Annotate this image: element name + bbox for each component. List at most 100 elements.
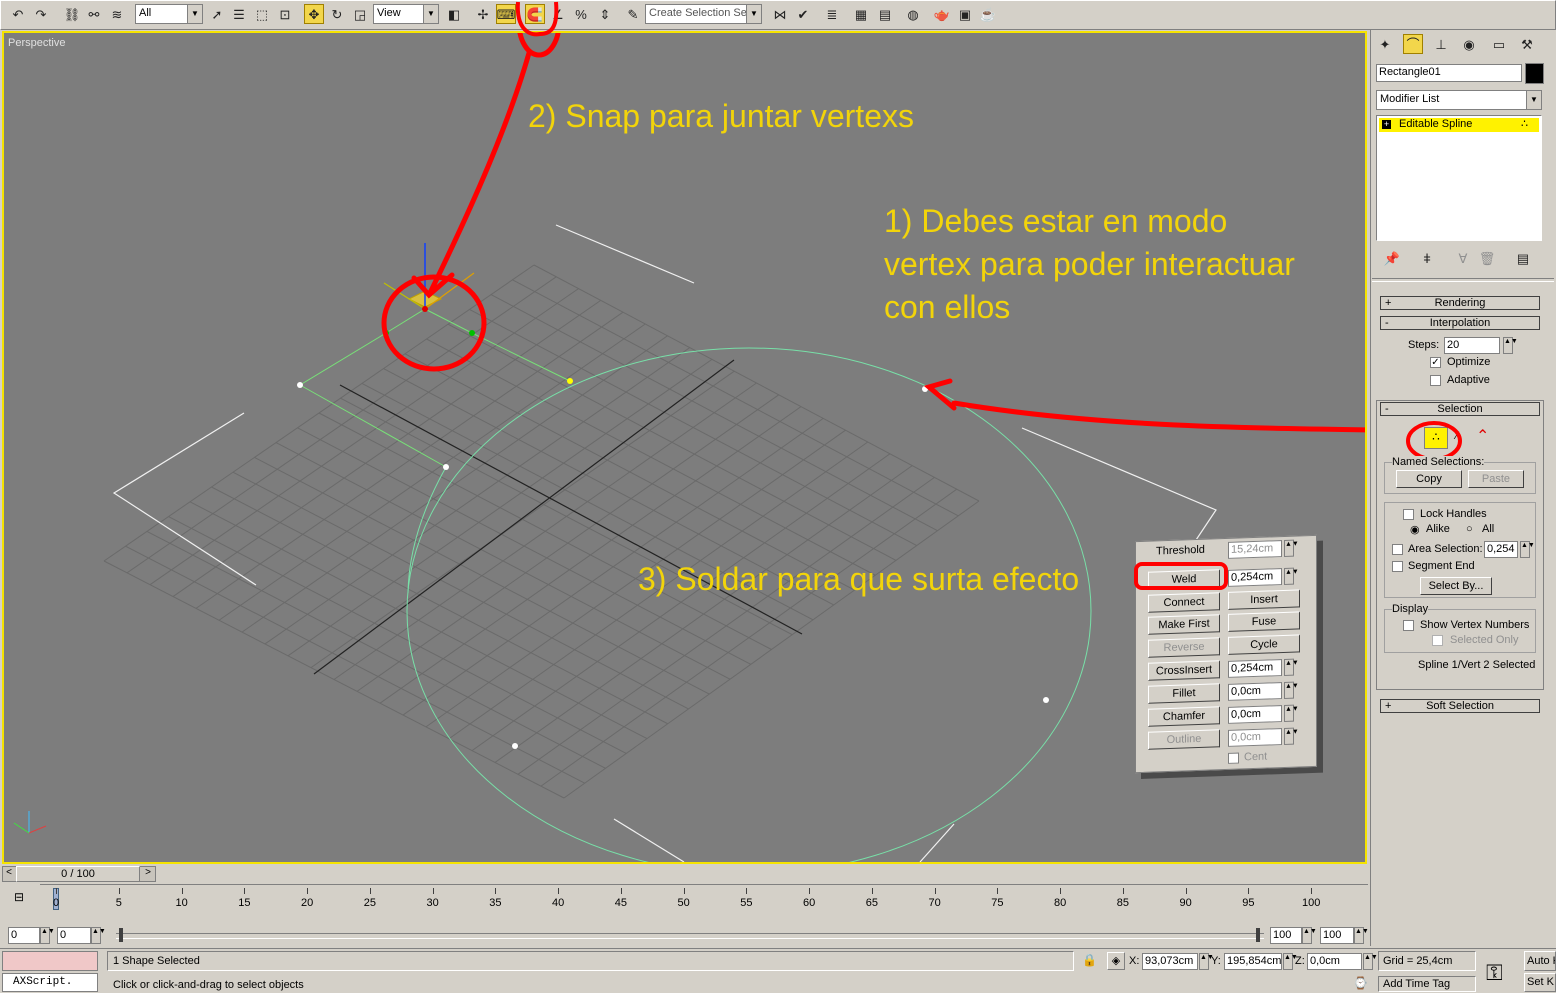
crossinsert-button[interactable]: CrossInsert (1148, 660, 1220, 681)
selection-lock-icon[interactable]: 🔒 (1082, 953, 1097, 967)
y-coordinate-field[interactable]: 195,854cm (1224, 953, 1282, 970)
selection-filter-dropdown[interactable]: All ▼ (135, 4, 203, 24)
maxscript-listener-pink[interactable] (2, 951, 98, 971)
select-and-scale-icon[interactable]: ◲ (350, 4, 370, 24)
z-coordinate-spinner[interactable]: ▲▼ (1363, 953, 1378, 970)
chamfer-button[interactable]: Chamfer (1148, 706, 1220, 727)
start-frame-spinner-b[interactable]: ▲▼ (91, 927, 106, 944)
modify-tab-icon[interactable]: ⌒ (1403, 34, 1423, 54)
object-color-swatch[interactable] (1525, 63, 1544, 84)
chamfer-field[interactable]: 0,0cm (1228, 705, 1282, 724)
steps-field[interactable]: 20 (1444, 337, 1500, 354)
outline-spinner[interactable]: ▲▼ (1284, 727, 1299, 745)
maxscript-listener[interactable]: AXScript. (2, 973, 98, 992)
display-tab-icon[interactable]: ▭ (1489, 34, 1509, 54)
center-checkbox[interactable] (1228, 752, 1239, 764)
unlink-selection-icon[interactable]: ⚯ (84, 4, 104, 24)
add-time-tag[interactable]: Add Time Tag (1378, 976, 1476, 992)
end-frame-field-a[interactable]: 100 (1270, 927, 1302, 944)
threshold-field[interactable]: 15,24cm (1228, 540, 1282, 559)
outline-button[interactable]: Outline (1148, 729, 1220, 750)
manipulate-icon[interactable]: ✢ (473, 4, 493, 24)
time-slider-prev-button[interactable]: < (2, 866, 16, 882)
time-slider-next-button[interactable]: > (141, 866, 155, 882)
start-frame-spinner-a[interactable]: ▲▼ (40, 927, 55, 944)
absolute-mode-transform-icon[interactable]: ◈ (1107, 952, 1125, 970)
end-frame-spinner-b[interactable]: ▲▼ (1354, 927, 1369, 944)
material-editor-icon[interactable]: ◍ (903, 4, 923, 24)
hierarchy-tab-icon[interactable]: ⊥ (1431, 34, 1451, 54)
pin-stack-icon[interactable]: 📌 (1382, 248, 1402, 268)
expand-icon[interactable]: + (1382, 120, 1391, 129)
bind-to-space-warp-icon[interactable]: ≋ (107, 4, 127, 24)
quick-render-icon[interactable]: ▣ (955, 4, 975, 24)
object-name-field[interactable]: Rectangle01 (1376, 64, 1522, 82)
range-slider[interactable] (116, 933, 1264, 939)
render-last-icon[interactable]: ☕ (978, 4, 998, 24)
select-object-icon[interactable]: ➚ (207, 4, 227, 24)
modifier-stack-item[interactable]: + Editable Spline ∴ (1379, 118, 1539, 132)
start-frame-field-a[interactable]: 0 (8, 927, 40, 944)
outline-field[interactable]: 0,0cm (1228, 728, 1282, 747)
steps-spinner[interactable]: ▲▼ (1503, 337, 1518, 354)
select-by-name-icon[interactable]: ☰ (229, 4, 249, 24)
schematic-view-icon[interactable]: ▤ (875, 4, 895, 24)
undo-icon[interactable]: ↶ (8, 4, 28, 24)
interpolation-rollout-header[interactable]: - Interpolation (1380, 316, 1540, 330)
start-frame-field-b[interactable]: 0 (57, 927, 91, 944)
render-scene-icon[interactable]: 🫖 (932, 4, 952, 24)
select-and-move-icon[interactable]: ✥ (304, 4, 324, 24)
fuse-button[interactable]: Fuse (1228, 611, 1300, 632)
layer-manager-icon[interactable]: ≣ (822, 4, 842, 24)
z-coordinate-field[interactable]: 0,0cm (1307, 953, 1362, 970)
fillet-spinner[interactable]: ▲▼ (1284, 681, 1299, 699)
make-first-button[interactable]: Make First (1148, 614, 1220, 635)
percent-snap-icon[interactable]: % (571, 4, 591, 24)
adaptive-checkbox[interactable] (1430, 375, 1441, 386)
make-unique-icon[interactable]: ∀ (1453, 248, 1473, 268)
auto-key-button[interactable]: Auto K (1524, 951, 1556, 971)
chamfer-spinner[interactable]: ▲▼ (1284, 704, 1299, 722)
crossinsert-spinner[interactable]: ▲▼ (1284, 658, 1299, 676)
utilities-tab-icon[interactable]: ⚒ (1517, 34, 1537, 54)
range-slider-left-handle[interactable] (119, 928, 123, 942)
align-icon[interactable]: ✔ (793, 4, 813, 24)
fillet-field[interactable]: 0,0cm (1228, 682, 1282, 701)
open-mini-curve-editor-icon[interactable]: ⊟ (14, 890, 24, 904)
time-slider-thumb[interactable]: 0 / 100 (16, 866, 140, 882)
reverse-button[interactable]: Reverse (1148, 637, 1220, 658)
optimize-checkbox[interactable]: ✓ (1430, 357, 1441, 368)
rendering-rollout-header[interactable]: + Rendering (1380, 296, 1540, 310)
range-slider-right-handle[interactable] (1256, 928, 1260, 942)
remove-modifier-icon[interactable]: 🗑 (1477, 248, 1497, 268)
end-frame-spinner-a[interactable]: ▲▼ (1302, 927, 1317, 944)
motion-tab-icon[interactable]: ◉ (1459, 34, 1479, 54)
time-tag-icon[interactable]: ⌚ (1353, 976, 1368, 990)
x-coordinate-field[interactable]: 93,073cm (1142, 953, 1198, 970)
reference-coordinate-dropdown[interactable]: View ▼ (373, 4, 439, 24)
rectangular-selection-icon[interactable]: ⬚ (252, 4, 272, 24)
x-coordinate-spinner[interactable]: ▲▼ (1199, 953, 1214, 970)
named-selection-set-dropdown[interactable]: Create Selection Set ▼ (645, 4, 762, 24)
redo-icon[interactable]: ↷ (31, 4, 51, 24)
end-frame-field-b[interactable]: 100 (1320, 927, 1354, 944)
configure-modifier-sets-icon[interactable]: ▤ (1513, 248, 1533, 268)
select-and-rotate-icon[interactable]: ↻ (327, 4, 347, 24)
modifier-list-dropdown[interactable]: Modifier List ▼ (1376, 90, 1542, 110)
pivot-center-icon[interactable]: ◧ (444, 4, 464, 24)
fillet-button[interactable]: Fillet (1148, 683, 1220, 704)
set-key-button[interactable]: Set K (1524, 973, 1556, 992)
show-end-result-icon[interactable]: ǂ (1417, 248, 1437, 268)
create-tab-icon[interactable]: ✦ (1375, 34, 1395, 54)
insert-button[interactable]: Insert (1228, 589, 1300, 610)
set-key-icon[interactable]: ⚿ (1486, 960, 1503, 986)
select-and-link-icon[interactable]: ⛓ (62, 4, 82, 24)
mirror-icon[interactable]: ⋈ (770, 4, 790, 24)
y-coordinate-spinner[interactable]: ▲▼ (1283, 953, 1298, 970)
window-crossing-icon[interactable]: ⊡ (275, 4, 295, 24)
crossinsert-field[interactable]: 0,254cm (1228, 659, 1282, 678)
track-view-icon[interactable]: ▦ (851, 4, 871, 24)
edit-named-selection-icon[interactable]: ✎ (623, 4, 643, 24)
spinner-snap-icon[interactable]: ⇕ (595, 4, 615, 24)
weld-threshold-field[interactable]: 0,254cm (1228, 568, 1282, 587)
